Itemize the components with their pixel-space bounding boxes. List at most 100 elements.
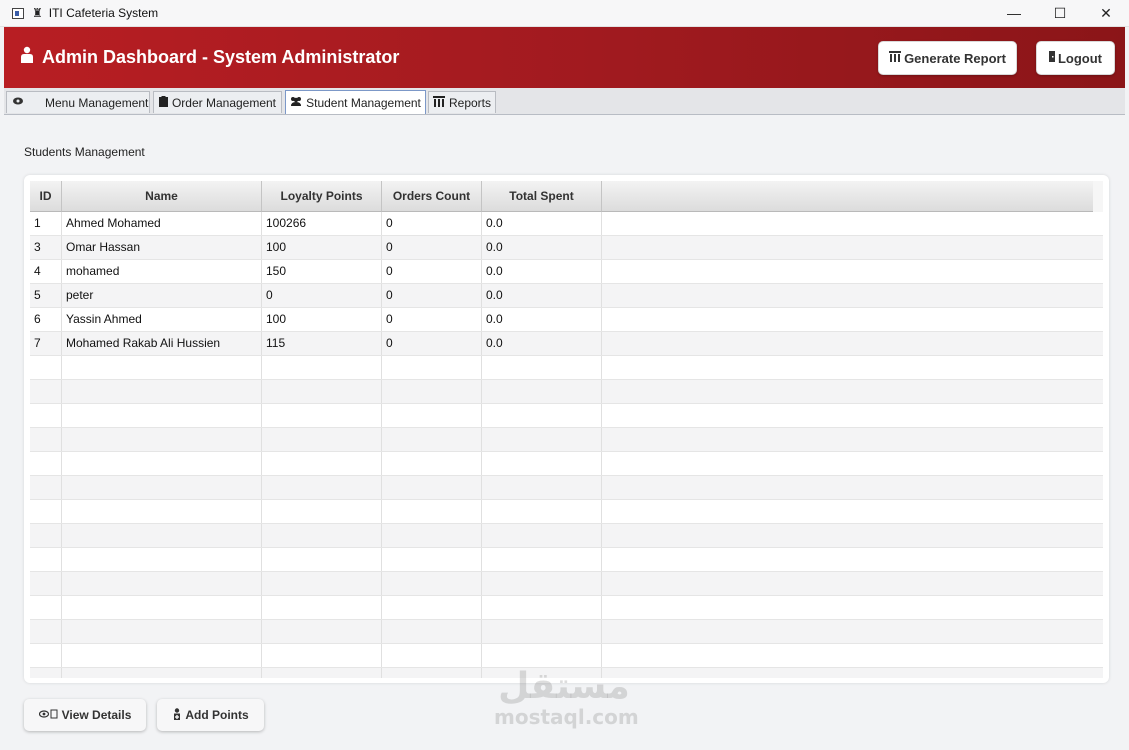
cell-orders-count: 0 bbox=[382, 236, 482, 259]
cell-empty bbox=[602, 332, 1103, 355]
cell-orders-count: 0 bbox=[382, 332, 482, 355]
cell-name: Mohamed Rakab Ali Hussien bbox=[62, 332, 262, 355]
students-panel: Students Management ID Name Loyalty Poin… bbox=[4, 115, 1125, 750]
cell-id bbox=[30, 428, 62, 451]
cell-empty bbox=[602, 284, 1103, 307]
table-row-empty bbox=[30, 644, 1103, 668]
cell-orders-count: 0 bbox=[382, 284, 482, 307]
cell-empty bbox=[602, 668, 1103, 678]
maximize-button[interactable]: ☐ bbox=[1037, 0, 1083, 26]
cell-total-spent: 0.0 bbox=[482, 236, 602, 259]
column-header-orders-count[interactable]: Orders Count bbox=[382, 181, 482, 212]
tab-menu-label: Menu Management bbox=[45, 95, 149, 110]
table-row[interactable]: 5 peter 0 0 0.0 bbox=[30, 284, 1103, 308]
cell-id: 4 bbox=[30, 260, 62, 283]
tab-bar: Menu Management Order Management Student… bbox=[4, 88, 1125, 115]
cell-loyalty-points bbox=[262, 572, 382, 595]
close-button[interactable]: ✕ bbox=[1083, 0, 1129, 26]
table-row-empty bbox=[30, 476, 1103, 500]
cell-name bbox=[62, 668, 262, 678]
cell-total-spent: 0.0 bbox=[482, 308, 602, 331]
cell-orders-count bbox=[382, 476, 482, 499]
cell-empty bbox=[602, 476, 1103, 499]
generate-report-button[interactable]: Generate Report bbox=[878, 41, 1017, 75]
cell-total-spent bbox=[482, 356, 602, 379]
table-row[interactable]: 6 Yassin Ahmed 100 0 0.0 bbox=[30, 308, 1103, 332]
table-row-empty bbox=[30, 572, 1103, 596]
window-icon bbox=[12, 7, 24, 19]
cell-loyalty-points: 115 bbox=[262, 332, 382, 355]
generate-report-label: Generate Report bbox=[904, 50, 1006, 66]
table-row[interactable]: 3 Omar Hassan 100 0 0.0 bbox=[30, 236, 1103, 260]
students-table[interactable]: ID Name Loyalty Points Orders Count Tota… bbox=[30, 181, 1103, 678]
window-title: ITI Cafeteria System bbox=[48, 6, 159, 20]
column-header-name[interactable]: Name bbox=[62, 181, 262, 212]
cell-orders-count bbox=[382, 620, 482, 643]
cell-loyalty-points: 150 bbox=[262, 260, 382, 283]
column-header-loyalty-points[interactable]: Loyalty Points bbox=[262, 181, 382, 212]
dashboard-header: Admin Dashboard - System Administrator G… bbox=[4, 27, 1125, 88]
column-header-total-spent[interactable]: Total Spent bbox=[482, 181, 602, 212]
title-bar: ♜ ITI Cafeteria System — ☐ ✕ bbox=[0, 0, 1129, 27]
view-details-button[interactable]: View Details bbox=[24, 699, 146, 731]
cell-name bbox=[62, 524, 262, 547]
cell-orders-count: 0 bbox=[382, 212, 482, 235]
cell-name: peter bbox=[62, 284, 262, 307]
cell-loyalty-points bbox=[262, 596, 382, 619]
table-header: ID Name Loyalty Points Orders Count Tota… bbox=[30, 181, 1103, 212]
students-table-card: ID Name Loyalty Points Orders Count Tota… bbox=[24, 175, 1109, 683]
cafeteria-icon: ♜ bbox=[32, 6, 43, 20]
cell-id bbox=[30, 668, 62, 678]
cell-id: 6 bbox=[30, 308, 62, 331]
column-header-id[interactable]: ID bbox=[30, 181, 62, 212]
tab-menu-management[interactable]: Menu Management bbox=[6, 91, 150, 113]
cell-orders-count: 0 bbox=[382, 308, 482, 331]
cell-loyalty-points bbox=[262, 404, 382, 427]
cell-id bbox=[30, 404, 62, 427]
cell-empty bbox=[602, 236, 1103, 259]
cell-orders-count bbox=[382, 452, 482, 475]
cell-total-spent: 0.0 bbox=[482, 260, 602, 283]
cell-total-spent bbox=[482, 404, 602, 427]
cell-name bbox=[62, 620, 262, 643]
table-row-empty bbox=[30, 380, 1103, 404]
minimize-button[interactable]: — bbox=[991, 0, 1037, 26]
cell-loyalty-points bbox=[262, 500, 382, 523]
logout-button[interactable]: Logout bbox=[1036, 41, 1115, 75]
cell-name bbox=[62, 644, 262, 667]
add-points-label: Add Points bbox=[185, 708, 249, 722]
cell-orders-count bbox=[382, 500, 482, 523]
cell-name bbox=[62, 476, 262, 499]
door-icon bbox=[1048, 51, 1055, 65]
tab-order-management[interactable]: Order Management bbox=[153, 91, 282, 113]
table-row[interactable]: 1 Ahmed Mohamed 100266 0 0.0 bbox=[30, 212, 1103, 236]
clipboard-icon bbox=[158, 95, 168, 110]
cell-id bbox=[30, 452, 62, 475]
cell-orders-count bbox=[382, 596, 482, 619]
cell-id bbox=[30, 548, 62, 571]
cell-id bbox=[30, 620, 62, 643]
table-row[interactable]: 4 mohamed 150 0 0.0 bbox=[30, 260, 1103, 284]
cell-total-spent bbox=[482, 548, 602, 571]
cell-orders-count bbox=[382, 572, 482, 595]
report-icon bbox=[432, 95, 445, 110]
cell-id bbox=[30, 572, 62, 595]
cell-empty bbox=[602, 260, 1103, 283]
cell-orders-count bbox=[382, 404, 482, 427]
cell-total-spent bbox=[482, 596, 602, 619]
page-title: Admin Dashboard - System Administrator bbox=[42, 47, 400, 67]
eye-icon bbox=[38, 709, 59, 722]
add-points-button[interactable]: Add Points bbox=[157, 699, 264, 731]
tab-student-management[interactable]: Student Management bbox=[285, 90, 426, 114]
cell-total-spent: 0.0 bbox=[482, 284, 602, 307]
cell-empty bbox=[602, 308, 1103, 331]
cell-id bbox=[30, 356, 62, 379]
view-details-label: View Details bbox=[61, 708, 132, 722]
tab-reports[interactable]: Reports bbox=[428, 91, 496, 113]
cell-loyalty-points bbox=[262, 452, 382, 475]
cell-empty bbox=[602, 356, 1103, 379]
table-row[interactable]: 7 Mohamed Rakab Ali Hussien 115 0 0.0 bbox=[30, 332, 1103, 356]
column-header-empty bbox=[602, 181, 1093, 212]
window-controls: — ☐ ✕ bbox=[991, 0, 1129, 26]
cell-loyalty-points: 100 bbox=[262, 308, 382, 331]
